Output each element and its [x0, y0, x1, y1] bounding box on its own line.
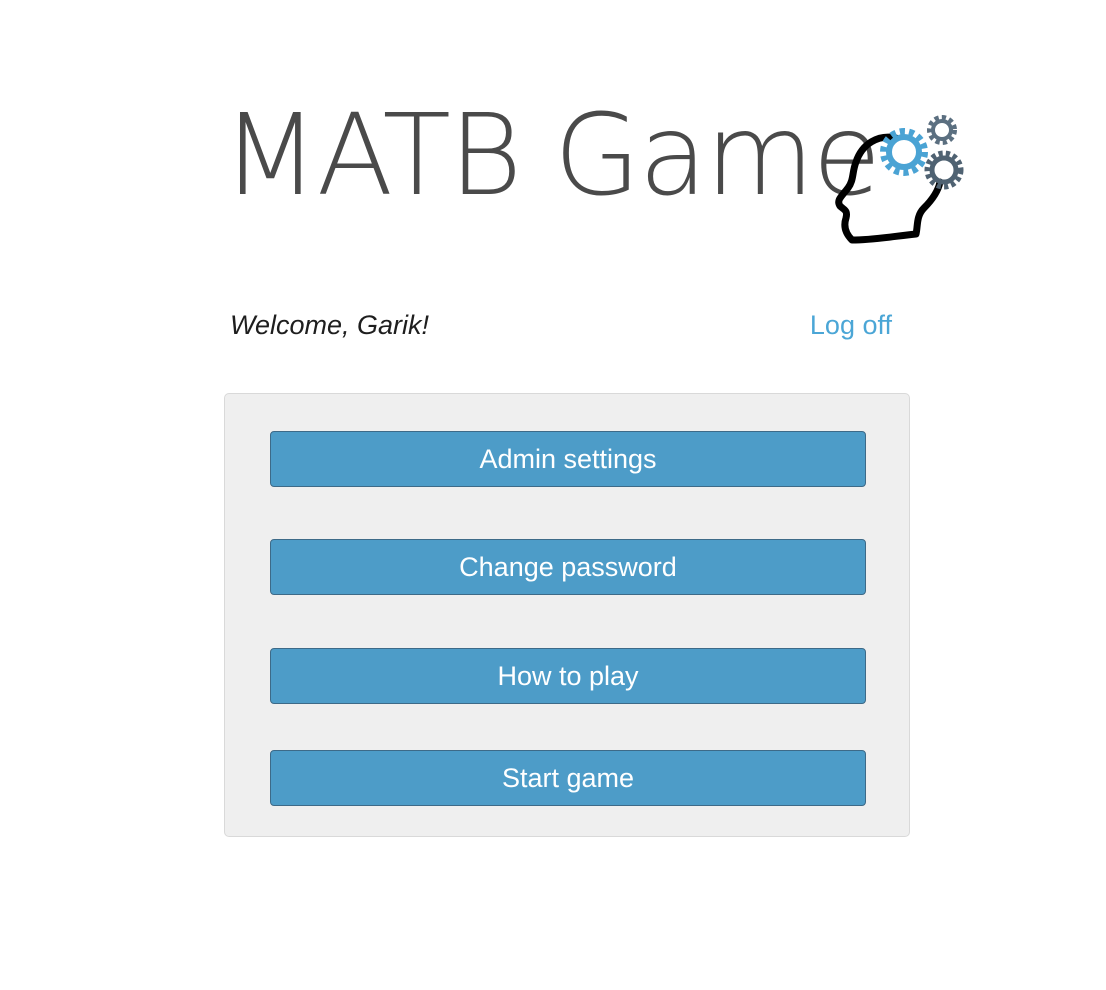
menu-panel: Admin settings Change password How to pl…: [224, 393, 910, 837]
log-off-link[interactable]: Log off: [810, 310, 892, 341]
head-with-gears-icon: [835, 115, 964, 244]
header: MATB Game: [222, 96, 982, 256]
app-title: MATB Game: [222, 96, 881, 216]
change-password-button[interactable]: Change password: [270, 539, 866, 595]
admin-settings-button[interactable]: Admin settings: [270, 431, 866, 487]
app-title-text: MATB Game: [222, 91, 881, 221]
start-game-button[interactable]: Start game: [270, 750, 866, 806]
welcome-message: Welcome, Garik!: [230, 310, 430, 340]
home-page: MATB Game Welcome, Garik! Log off Admin …: [0, 0, 1106, 990]
how-to-play-button[interactable]: How to play: [270, 648, 866, 704]
user-bar: Welcome, Garik! Log off: [230, 306, 892, 346]
